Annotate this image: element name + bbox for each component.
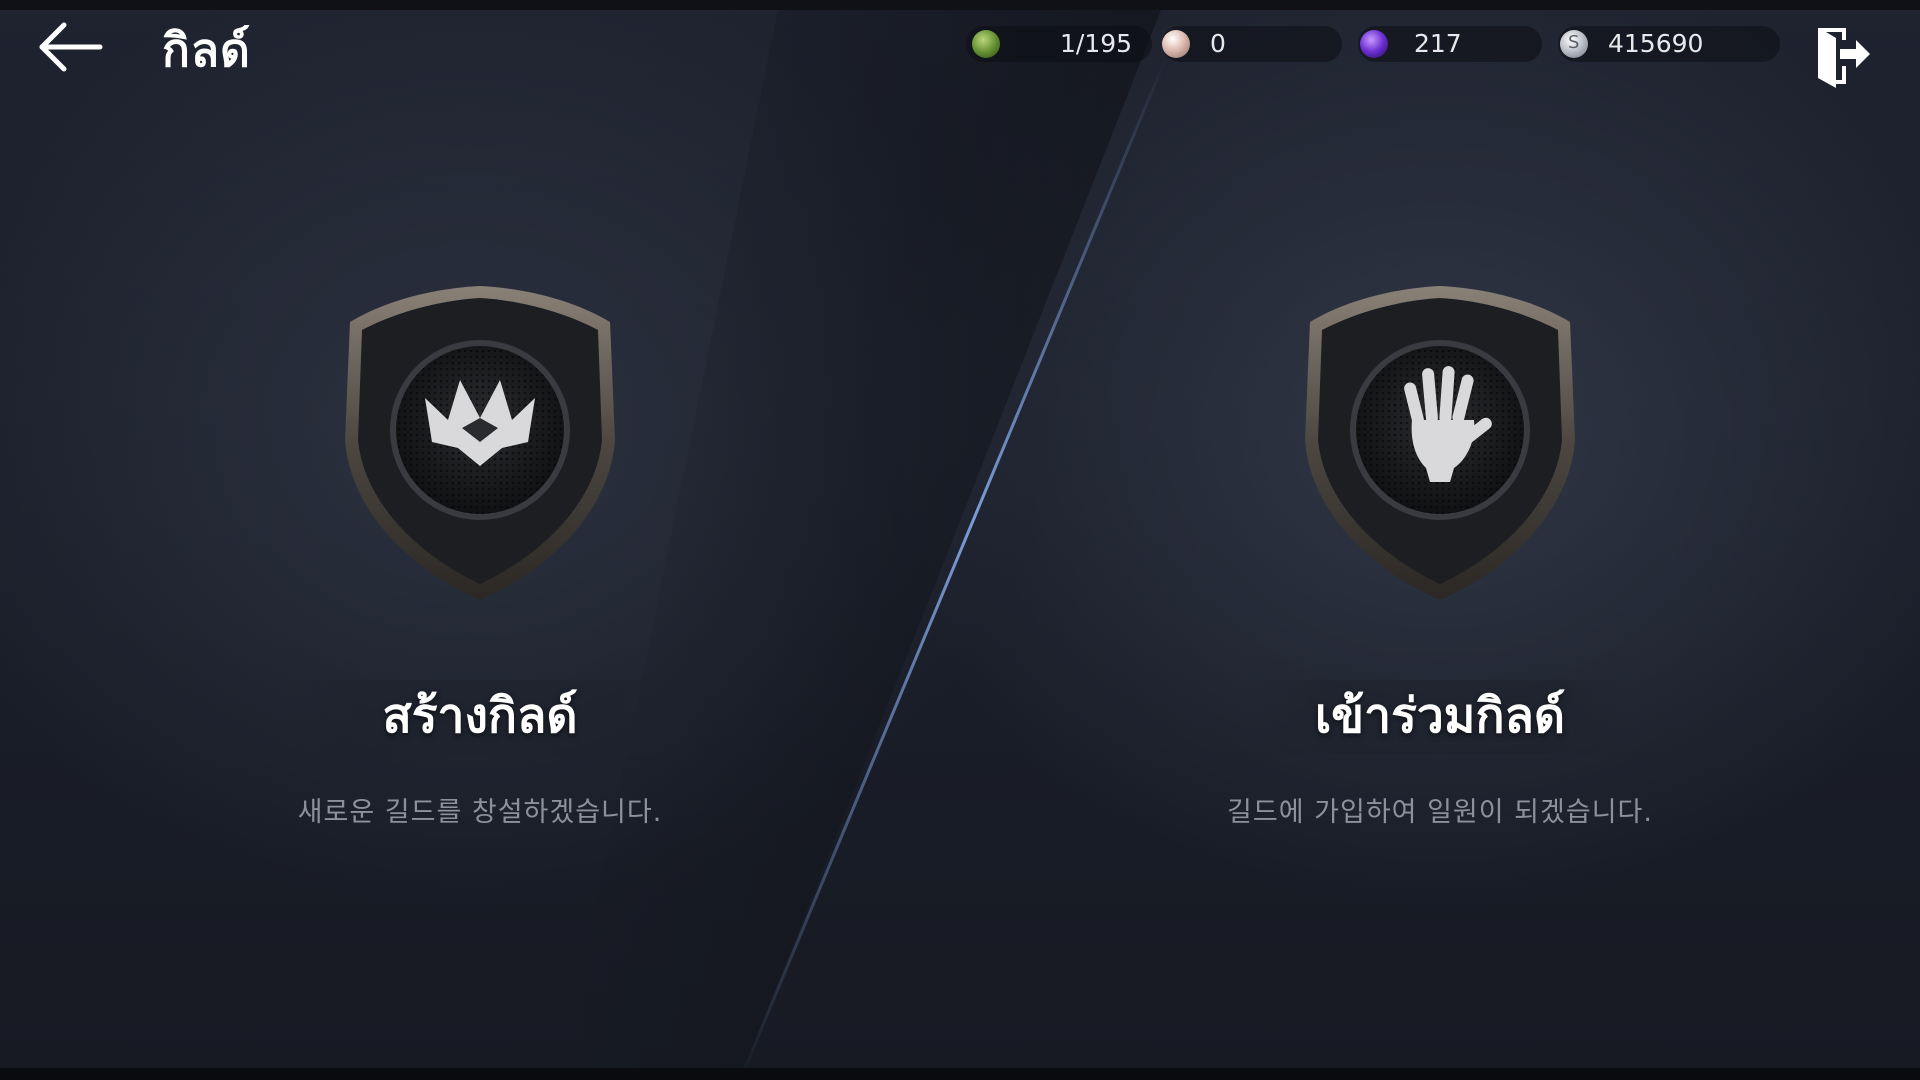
- crown-shield-icon: [345, 286, 615, 600]
- guild-points-value: 1/195: [1060, 29, 1133, 58]
- guild-screen: กิลด์ 1/195 0 217 S 415690 สร้างกิลด์ 새로…: [0, 0, 1920, 1080]
- purple-gem-value: 217: [1414, 29, 1462, 58]
- purple-gem-icon: [1360, 30, 1388, 58]
- silver-value: 415690: [1608, 29, 1704, 58]
- purple-gem-pill[interactable]: 217: [1358, 26, 1542, 62]
- exit-button[interactable]: [1812, 22, 1874, 88]
- create-guild-option[interactable]: สร้างกิลด์ 새로운 길드를 창설하겠습니다.: [130, 270, 830, 850]
- bottom-edge: [0, 1068, 1920, 1080]
- create-guild-title: สร้างกิลด์: [382, 688, 578, 744]
- pearl-icon: [1162, 30, 1190, 58]
- hand-shield-icon: [1305, 286, 1575, 600]
- page-title: กิลด์: [162, 23, 251, 77]
- silver-coin-icon: S: [1560, 30, 1588, 58]
- join-guild-description: 길드에 가입하여 일원이 되겠습니다.: [1227, 797, 1653, 828]
- exit-door-icon: [1818, 28, 1870, 88]
- currency-bar: 1/195 0 217 S 415690: [966, 26, 1790, 62]
- join-guild-title: เข้าร่วมกิลด์: [1314, 688, 1566, 744]
- create-guild-description: 새로운 길드를 창설하겠습니다.: [297, 797, 663, 828]
- guild-points-pill[interactable]: 1/195: [966, 26, 1152, 62]
- pearl-value: 0: [1210, 29, 1226, 58]
- silver-pill[interactable]: S 415690: [1558, 26, 1780, 62]
- top-edge: [0, 0, 1920, 10]
- pearl-pill[interactable]: 0: [1162, 26, 1342, 62]
- join-guild-option[interactable]: เข้าร่วมกิลด์ 길드에 가입하여 일원이 되겠습니다.: [1090, 270, 1790, 850]
- back-button[interactable]: [34, 18, 106, 78]
- green-shield-icon: [972, 30, 1000, 58]
- arrow-left-icon: [39, 22, 103, 72]
